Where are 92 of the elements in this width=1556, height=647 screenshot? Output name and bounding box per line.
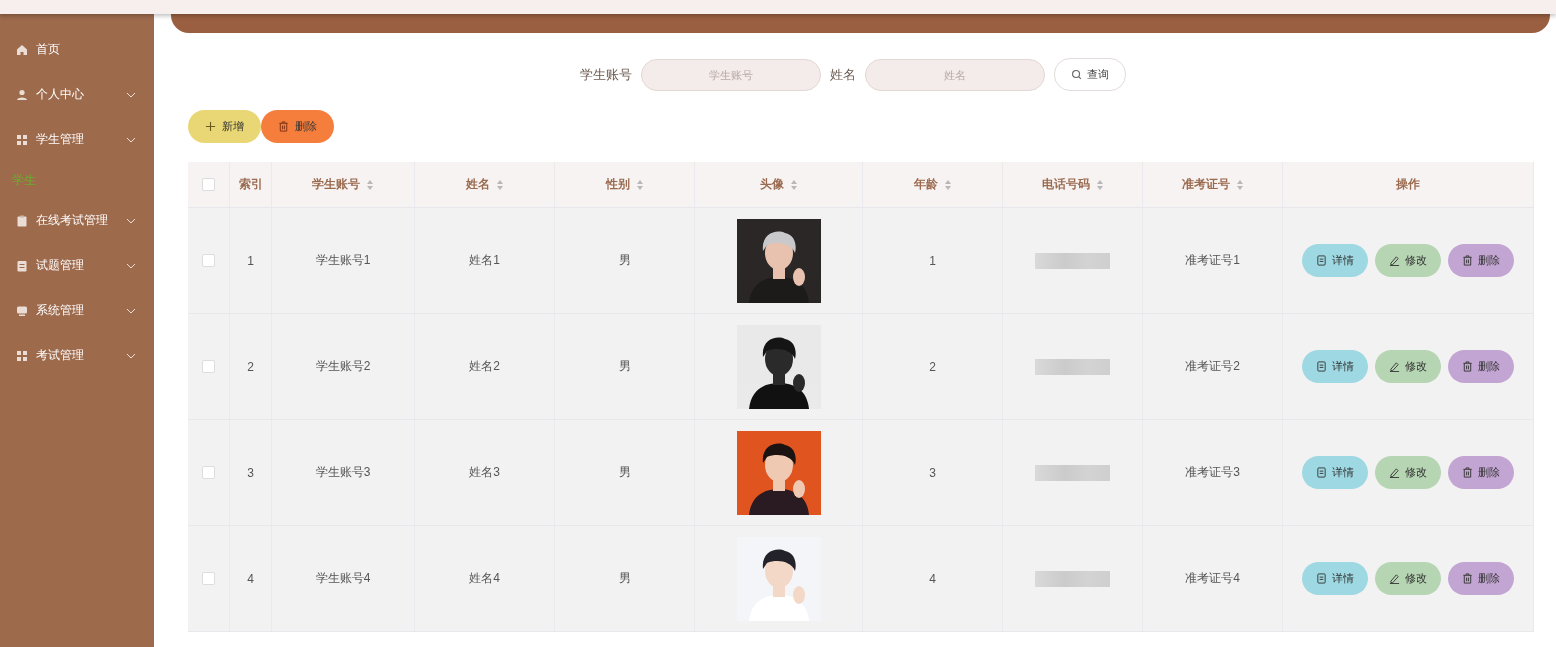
table-cell: 准考证号1 (1185, 252, 1240, 269)
table-cell: 学生账号2 (315, 358, 371, 375)
pencil-icon (1389, 467, 1400, 478)
document-icon (1316, 255, 1327, 266)
row-checkbox[interactable] (202, 572, 215, 585)
detail-button[interactable]: 详情 (1302, 562, 1368, 595)
table-cell: 准考证号4 (1185, 570, 1240, 587)
field-label: 姓名 (830, 65, 856, 84)
column-header: 索引 (238, 177, 263, 192)
pencil-icon (1389, 255, 1400, 266)
detail-button[interactable]: 详情 (1302, 244, 1368, 277)
menu-item[interactable]: 首页 (0, 27, 154, 72)
sort-icon[interactable] (635, 178, 644, 191)
home-icon (16, 43, 28, 56)
delete-button[interactable]: 删除 (1448, 350, 1514, 383)
table-cell: 3 (247, 465, 254, 480)
column-header: 准考证号 (1181, 177, 1230, 192)
search-icon (1071, 69, 1082, 80)
table-cell: 姓名2 (469, 358, 500, 375)
menu-item[interactable]: 个人中心 (0, 72, 154, 117)
user-icon (16, 88, 28, 101)
plus-icon (205, 121, 216, 132)
table-cell: 姓名1 (469, 252, 500, 269)
document-icon (1316, 361, 1327, 372)
delete-button[interactable]: 删除 (261, 110, 334, 143)
table-cell: 学生账号1 (315, 252, 371, 269)
trash-icon (278, 121, 289, 132)
column-header: 电话号码 (1041, 177, 1090, 192)
table-cell: 准考证号3 (1185, 464, 1240, 481)
column-header: 头像 (759, 177, 784, 192)
delete-button[interactable]: 删除 (1448, 244, 1514, 277)
menu-item[interactable]: 在线考试管理 (0, 198, 154, 243)
pencil-icon (1389, 573, 1400, 584)
table-cell: 1 (247, 253, 254, 268)
row-checkbox[interactable] (202, 254, 215, 267)
table-cell: 学生账号3 (315, 464, 371, 481)
column-header: 学生账号 (312, 177, 360, 192)
trash-icon (1462, 573, 1473, 584)
add-button[interactable]: 新增 (188, 110, 261, 143)
trash-icon (1462, 255, 1473, 266)
table-cell: 3 (929, 465, 936, 480)
sort-icon[interactable] (943, 178, 952, 191)
row-checkbox[interactable] (202, 360, 215, 373)
sort-icon[interactable] (1095, 178, 1104, 191)
detail-button[interactable]: 详情 (1302, 350, 1368, 383)
table-cell: 姓名3 (469, 464, 500, 481)
grid-icon (16, 133, 28, 146)
menu-item[interactable]: 考试管理 (0, 333, 154, 378)
table-cell: 男 (618, 464, 631, 481)
trash-icon (1462, 467, 1473, 478)
delete-button[interactable]: 删除 (1448, 562, 1514, 595)
column-header: 姓名 (465, 177, 490, 192)
table-cell: 学生账号4 (315, 570, 371, 587)
clipboard-icon (16, 214, 28, 227)
edit-button[interactable]: 修改 (1375, 350, 1441, 383)
sort-icon[interactable] (366, 178, 374, 191)
document-icon (1316, 573, 1327, 584)
table-cell: 男 (618, 252, 631, 269)
table-cell: 准考证号2 (1185, 358, 1240, 375)
edit-button[interactable]: 修改 (1375, 456, 1441, 489)
table-cell: 4 (929, 571, 936, 586)
sort-icon[interactable] (495, 178, 504, 191)
table-cell: 4 (247, 571, 254, 586)
field-label: 学生账号 (580, 65, 632, 84)
document-icon (16, 259, 28, 272)
column-header: 年龄 (913, 177, 938, 192)
row-checkbox[interactable] (202, 466, 215, 479)
table-cell: 1 (929, 253, 936, 268)
table-cell: 男 (618, 358, 631, 375)
menu-item[interactable]: 系统管理 (0, 288, 154, 333)
search-button[interactable]: 查询 (1054, 58, 1126, 91)
trash-icon (1462, 361, 1473, 372)
document-icon (1316, 467, 1327, 478)
pencil-icon (1389, 361, 1400, 372)
sort-icon[interactable] (1235, 178, 1244, 191)
monitor-icon (16, 304, 28, 317)
column-header: 操作 (1396, 177, 1420, 192)
search-field[interactable]: 姓名 (865, 58, 1045, 91)
menu-item[interactable]: 学生管理 (0, 117, 154, 162)
select-all-checkbox[interactable] (202, 178, 215, 191)
menu-item[interactable]: 试题管理 (0, 243, 154, 288)
table-cell: 男 (618, 570, 631, 587)
detail-button[interactable]: 详情 (1302, 456, 1368, 489)
table-cell: 2 (247, 359, 254, 374)
column-header: 性别 (605, 177, 630, 192)
delete-button[interactable]: 删除 (1448, 456, 1514, 489)
sort-icon[interactable] (789, 178, 798, 191)
grid-icon (16, 349, 28, 362)
edit-button[interactable]: 修改 (1375, 562, 1441, 595)
table-cell: 姓名4 (469, 570, 500, 587)
table-cell: 2 (929, 359, 936, 374)
edit-button[interactable]: 修改 (1375, 244, 1441, 277)
